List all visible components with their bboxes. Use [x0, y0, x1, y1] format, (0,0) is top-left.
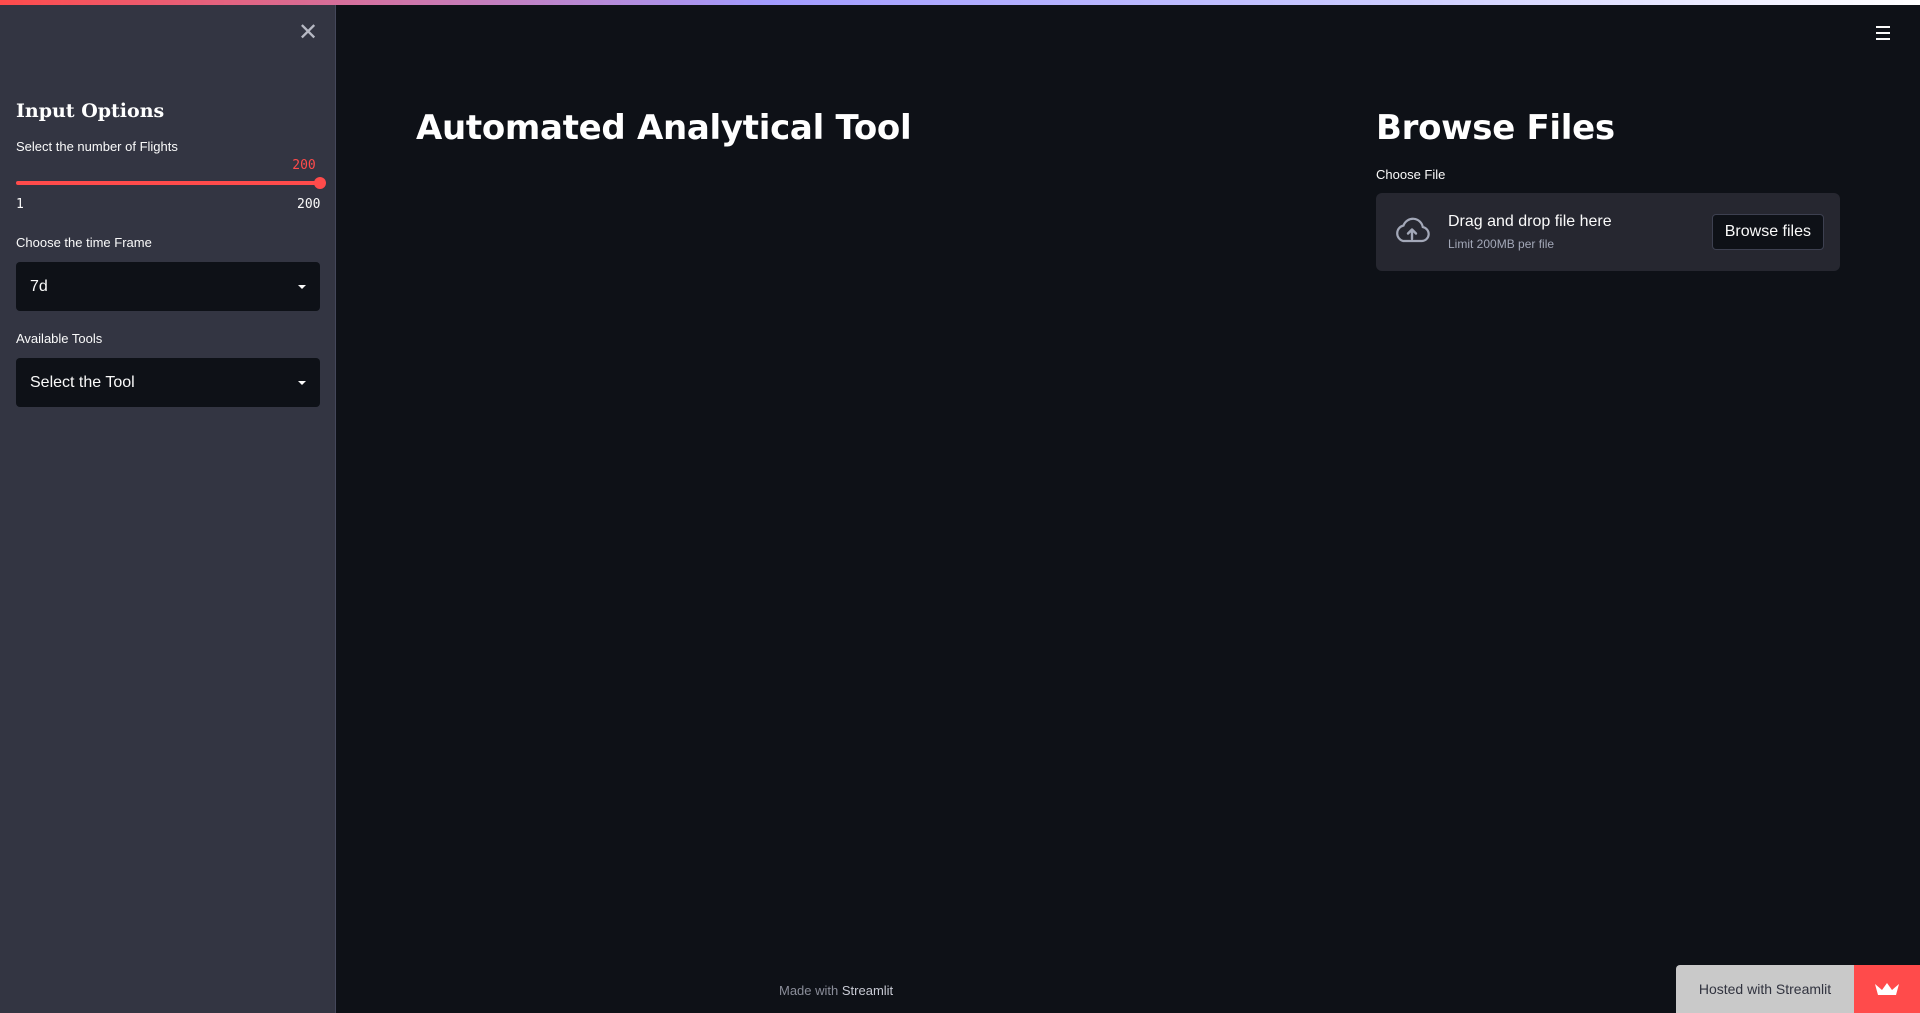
sidebar-title: Input Options	[16, 100, 165, 122]
flights-slider-label: Select the number of Flights	[16, 139, 178, 154]
dropzone-text: Drag and drop file here	[1448, 213, 1612, 230]
tools-select-value: Select the Tool	[30, 373, 135, 391]
browse-files-heading: Browse Files	[1376, 108, 1615, 148]
streamlit-crown-icon	[1854, 965, 1920, 1013]
chevron-down-icon	[298, 284, 306, 289]
hosted-badge-text: Hosted with Streamlit	[1676, 965, 1854, 1013]
timeframe-select[interactable]: 7d	[16, 262, 320, 311]
sidebar: ✕ Input Options Select the number of Fli…	[0, 0, 336, 1013]
hosted-with-streamlit-badge[interactable]: Hosted with Streamlit	[1676, 965, 1920, 1013]
timeframe-select-value: 7d	[30, 277, 48, 295]
cloud-upload-icon	[1396, 217, 1430, 243]
tools-select[interactable]: Select the Tool	[16, 358, 320, 407]
chevron-down-icon	[298, 380, 306, 385]
footer-prefix: Made with	[779, 983, 839, 998]
flights-slider-thumb[interactable]	[314, 177, 326, 189]
timeframe-select-label: Choose the time Frame	[16, 235, 152, 250]
file-uploader-label: Choose File	[1376, 167, 1446, 182]
slider-current-value: 200	[292, 158, 316, 173]
flights-slider-track[interactable]	[16, 181, 320, 185]
slider-max-label: 200	[297, 197, 321, 212]
file-dropzone[interactable]: Drag and drop file here Limit 200MB per …	[1376, 193, 1840, 271]
tools-select-label: Available Tools	[16, 331, 103, 346]
streamlit-link[interactable]: Streamlit	[842, 983, 893, 998]
top-decoration-bar	[0, 0, 1920, 5]
close-icon[interactable]: ✕	[296, 19, 320, 46]
upload-limit-text: Limit 200MB per file	[1448, 237, 1555, 251]
slider-min-label: 1	[16, 197, 24, 212]
hamburger-menu-icon[interactable]	[1874, 24, 1892, 42]
page-title: Automated Analytical Tool	[416, 108, 912, 148]
footer: Made with Streamlit	[779, 983, 893, 998]
dropzone-instructions: Drag and drop file here Limit 200MB per …	[1448, 213, 1712, 251]
browse-files-button[interactable]: Browse files	[1711, 214, 1824, 250]
